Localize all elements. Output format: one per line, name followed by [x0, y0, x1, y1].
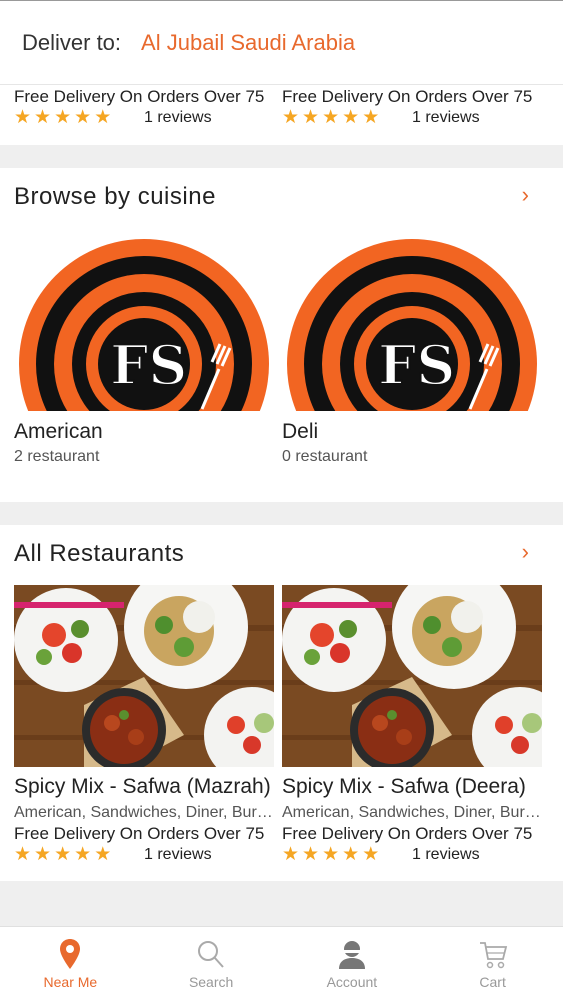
cuisine-section-title: Browse by cuisine	[14, 183, 216, 210]
logo-text: FS	[378, 333, 455, 397]
chevron-right-icon[interactable]: ›	[522, 539, 529, 565]
food-photo	[14, 585, 274, 767]
star-icon: ★	[322, 107, 340, 128]
restaurant-cuisines: American, Sandwiches, Diner, Burgers	[282, 804, 544, 821]
app-screen: Deliver to: Al Jubail Saudi Arabia Free …	[0, 0, 563, 1000]
tab-label: Account	[326, 974, 378, 990]
fs-logo-icon: FS	[287, 239, 537, 411]
cuisine-name: American	[14, 420, 103, 443]
rating-row: ★ ★ ★ ★ ★ 1 reviews	[14, 844, 274, 866]
star-icon: ★	[342, 107, 360, 128]
rating-row: ★ ★ ★ ★ ★ 1 reviews	[282, 107, 542, 129]
location-pin-icon	[60, 939, 81, 969]
star-icon: ★	[282, 844, 300, 865]
tab-label: Near Me	[43, 974, 98, 990]
bottom-tab-bar: Near Me Search Account Cart	[0, 926, 563, 1000]
restaurants-section-title: All Restaurants	[14, 540, 185, 567]
cart-icon	[479, 942, 507, 969]
tab-account[interactable]: Account	[282, 927, 423, 1000]
star-rating: ★ ★ ★ ★ ★	[282, 108, 412, 128]
tab-near-me[interactable]: Near Me	[0, 927, 141, 1000]
promo-text: Free Delivery On Orders Over 75	[14, 824, 265, 843]
star-icon: ★	[34, 844, 52, 865]
restaurant-name[interactable]: Spicy Mix - Safwa (Mazrah)	[14, 775, 271, 799]
star-icon: ★	[14, 107, 32, 128]
delivery-location-bar[interactable]: Deliver to: Al Jubail Saudi Arabia	[0, 0, 563, 85]
cuisine-restaurant-count: 2 restaurant	[14, 448, 100, 465]
delivery-location[interactable]: Al Jubail Saudi Arabia	[141, 30, 355, 56]
star-icon: ★	[342, 844, 360, 865]
star-icon: ★	[362, 107, 380, 128]
restaurant-name[interactable]: Spicy Mix - Safwa (Deera)	[282, 775, 526, 799]
deliver-to-label: Deliver to:	[22, 29, 122, 55]
restaurants-section: All Restaurants › Spicy Mix - Safwa (Maz…	[0, 525, 563, 881]
top-card[interactable]: Free Delivery On Orders Over 75 ★ ★ ★ ★ ★ 1 …	[14, 87, 274, 129]
reviews-count: 1 reviews	[144, 846, 212, 863]
star-icon: ★	[54, 844, 72, 865]
tab-label: Cart	[479, 974, 506, 990]
restaurant-image[interactable]	[14, 585, 274, 767]
star-rating: ★ ★ ★ ★ ★	[14, 845, 144, 865]
star-icon: ★	[362, 844, 380, 865]
rating-row: ★ ★ ★ ★ ★ 1 reviews	[282, 844, 542, 866]
chevron-right-icon[interactable]: ›	[522, 182, 529, 208]
promo-text: Free Delivery On Orders Over 75	[282, 824, 533, 843]
account-icon	[338, 941, 365, 969]
star-icon: ★	[282, 107, 300, 128]
logo-text: FS	[110, 333, 187, 397]
restaurant-meta: Free Delivery On Orders Over 75 ★ ★ ★ ★ ★ 1 …	[282, 824, 542, 866]
star-icon: ★	[14, 844, 32, 865]
promo-text: Free Delivery On Orders Over 75	[14, 87, 265, 106]
cuisine-name: Deli	[282, 420, 319, 443]
star-rating: ★ ★ ★ ★ ★	[282, 845, 412, 865]
cuisine-card-deli[interactable]: FS	[282, 234, 542, 411]
food-photo	[282, 585, 542, 767]
promo-text: Free Delivery On Orders Over 75	[282, 87, 533, 106]
star-icon: ★	[94, 844, 112, 865]
star-icon: ★	[74, 107, 92, 128]
previous-cards-strip: Free Delivery On Orders Over 75 ★ ★ ★ ★ ★ 1 …	[0, 85, 563, 145]
star-icon: ★	[302, 844, 320, 865]
restaurant-meta: Free Delivery On Orders Over 75 ★ ★ ★ ★ ★ 1 …	[14, 824, 274, 866]
star-rating: ★ ★ ★ ★ ★	[14, 108, 144, 128]
star-icon: ★	[34, 107, 52, 128]
top-card[interactable]: Free Delivery On Orders Over 75 ★ ★ ★ ★ ★ 1 …	[282, 87, 542, 129]
tab-label: Search	[188, 974, 234, 990]
search-icon	[198, 941, 224, 968]
star-icon: ★	[322, 844, 340, 865]
restaurant-image[interactable]	[282, 585, 542, 767]
star-icon: ★	[94, 107, 112, 128]
restaurant-cuisines: American, Sandwiches, Diner, Burgers	[14, 804, 276, 821]
rating-row: ★ ★ ★ ★ ★ 1 reviews	[14, 107, 274, 129]
star-icon: ★	[74, 844, 92, 865]
reviews-count: 1 reviews	[412, 109, 480, 126]
cuisine-section: Browse by cuisine › FS American 2 restau…	[0, 168, 563, 502]
cuisine-card-american[interactable]: FS	[14, 234, 274, 411]
star-icon: ★	[302, 107, 320, 128]
tab-cart[interactable]: Cart	[422, 927, 563, 1000]
star-icon: ★	[54, 107, 72, 128]
reviews-count: 1 reviews	[144, 109, 212, 126]
reviews-count: 1 reviews	[412, 846, 480, 863]
tab-search[interactable]: Search	[141, 927, 282, 1000]
fs-logo-icon: FS	[19, 239, 269, 411]
cuisine-restaurant-count: 0 restaurant	[282, 448, 368, 465]
